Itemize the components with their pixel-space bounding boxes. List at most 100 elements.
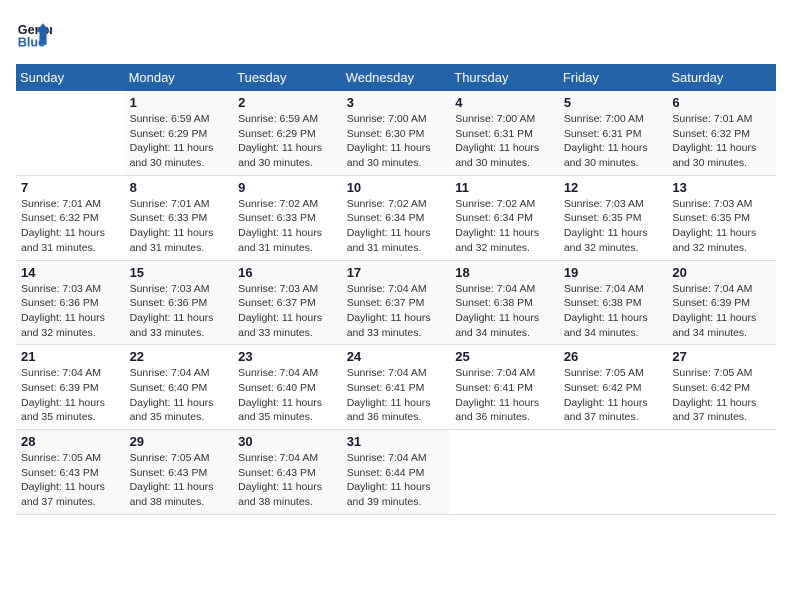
week-row: 1 Sunrise: 6:59 AMSunset: 6:29 PMDaylight… [16, 91, 776, 175]
day-number: 13 [672, 180, 771, 195]
day-number: 17 [347, 265, 446, 280]
day-number: 12 [564, 180, 663, 195]
weekday-header: Friday [559, 64, 668, 91]
day-number: 19 [564, 265, 663, 280]
weekday-header: Thursday [450, 64, 559, 91]
day-info: Sunrise: 7:03 AMSunset: 6:36 PMDaylight:… [21, 282, 120, 341]
weekday-header: Sunday [16, 64, 125, 91]
day-info: Sunrise: 7:04 AMSunset: 6:37 PMDaylight:… [347, 282, 446, 341]
day-info: Sunrise: 7:05 AMSunset: 6:42 PMDaylight:… [564, 366, 663, 425]
day-number: 24 [347, 349, 446, 364]
day-info: Sunrise: 7:03 AMSunset: 6:35 PMDaylight:… [564, 197, 663, 256]
day-number: 1 [130, 95, 229, 110]
day-number: 15 [130, 265, 229, 280]
day-number: 7 [21, 180, 120, 195]
day-info: Sunrise: 7:04 AMSunset: 6:40 PMDaylight:… [130, 366, 229, 425]
day-info: Sunrise: 7:01 AMSunset: 6:32 PMDaylight:… [21, 197, 120, 256]
calendar-cell: 31 Sunrise: 7:04 AMSunset: 6:44 PMDayligh… [342, 430, 451, 515]
day-info: Sunrise: 7:03 AMSunset: 6:36 PMDaylight:… [130, 282, 229, 341]
calendar-cell: 20 Sunrise: 7:04 AMSunset: 6:39 PMDayligh… [667, 260, 776, 345]
day-number: 31 [347, 434, 446, 449]
day-number: 16 [238, 265, 337, 280]
calendar-cell: 9 Sunrise: 7:02 AMSunset: 6:33 PMDaylight… [233, 175, 342, 260]
day-info: Sunrise: 7:03 AMSunset: 6:35 PMDaylight:… [672, 197, 771, 256]
day-number: 29 [130, 434, 229, 449]
calendar-cell: 22 Sunrise: 7:04 AMSunset: 6:40 PMDayligh… [125, 345, 234, 430]
calendar-cell: 19Sunrise: 7:04 AMSunset: 6:38 PMDayligh… [559, 260, 668, 345]
day-number: 25 [455, 349, 554, 364]
day-number: 8 [130, 180, 229, 195]
calendar-cell: 23 Sunrise: 7:04 AMSunset: 6:40 PMDayligh… [233, 345, 342, 430]
day-info: Sunrise: 7:01 AMSunset: 6:33 PMDaylight:… [130, 197, 229, 256]
page-header: General Blue [16, 16, 776, 52]
day-info: Sunrise: 7:04 AMSunset: 6:43 PMDaylight:… [238, 451, 337, 510]
calendar-cell: 11 Sunrise: 7:02 AMSunset: 6:34 PMDayligh… [450, 175, 559, 260]
day-number: 21 [21, 349, 120, 364]
day-info: Sunrise: 7:00 AMSunset: 6:30 PMDaylight:… [347, 112, 446, 171]
calendar-cell [450, 430, 559, 515]
calendar-cell: 5Sunrise: 7:00 AMSunset: 6:31 PMDaylight… [559, 91, 668, 175]
calendar-cell: 7 Sunrise: 7:01 AMSunset: 6:32 PMDaylight… [16, 175, 125, 260]
calendar-cell: 2Sunrise: 6:59 AMSunset: 6:29 PMDaylight… [233, 91, 342, 175]
day-number: 9 [238, 180, 337, 195]
calendar-cell: 14 Sunrise: 7:03 AMSunset: 6:36 PMDayligh… [16, 260, 125, 345]
day-number: 3 [347, 95, 446, 110]
calendar-cell [16, 91, 125, 175]
calendar-cell: 6 Sunrise: 7:01 AMSunset: 6:32 PMDaylight… [667, 91, 776, 175]
calendar-cell: 13 Sunrise: 7:03 AMSunset: 6:35 PMDayligh… [667, 175, 776, 260]
day-number: 26 [564, 349, 663, 364]
day-number: 6 [672, 95, 771, 110]
calendar-cell: 25 Sunrise: 7:04 AMSunset: 6:41 PMDayligh… [450, 345, 559, 430]
day-info: Sunrise: 7:04 AMSunset: 6:39 PMDaylight:… [21, 366, 120, 425]
day-number: 18 [455, 265, 554, 280]
calendar-cell: 15 Sunrise: 7:03 AMSunset: 6:36 PMDayligh… [125, 260, 234, 345]
calendar-cell [559, 430, 668, 515]
weekday-header: Monday [125, 64, 234, 91]
calendar-table: SundayMondayTuesdayWednesdayThursdayFrid… [16, 64, 776, 515]
week-row: 14 Sunrise: 7:03 AMSunset: 6:36 PMDayligh… [16, 260, 776, 345]
day-number: 11 [455, 180, 554, 195]
calendar-cell: 1 Sunrise: 6:59 AMSunset: 6:29 PMDaylight… [125, 91, 234, 175]
weekday-header: Tuesday [233, 64, 342, 91]
day-info: Sunrise: 7:04 AMSunset: 6:44 PMDaylight:… [347, 451, 446, 510]
weekday-header: Wednesday [342, 64, 451, 91]
day-info: Sunrise: 7:05 AMSunset: 6:43 PMDaylight:… [21, 451, 120, 510]
day-info: Sunrise: 7:04 AMSunset: 6:39 PMDaylight:… [672, 282, 771, 341]
calendar-cell: 17 Sunrise: 7:04 AMSunset: 6:37 PMDayligh… [342, 260, 451, 345]
calendar-cell: 21 Sunrise: 7:04 AMSunset: 6:39 PMDayligh… [16, 345, 125, 430]
week-row: 21 Sunrise: 7:04 AMSunset: 6:39 PMDayligh… [16, 345, 776, 430]
day-number: 2 [238, 95, 337, 110]
calendar-cell: 28Sunrise: 7:05 AMSunset: 6:43 PMDayligh… [16, 430, 125, 515]
calendar-cell: 10 Sunrise: 7:02 AMSunset: 6:34 PMDayligh… [342, 175, 451, 260]
day-info: Sunrise: 7:04 AMSunset: 6:40 PMDaylight:… [238, 366, 337, 425]
day-number: 23 [238, 349, 337, 364]
day-number: 14 [21, 265, 120, 280]
day-info: Sunrise: 7:04 AMSunset: 6:41 PMDaylight:… [347, 366, 446, 425]
day-info: Sunrise: 7:02 AMSunset: 6:33 PMDaylight:… [238, 197, 337, 256]
day-number: 27 [672, 349, 771, 364]
calendar-cell [667, 430, 776, 515]
day-info: Sunrise: 7:05 AMSunset: 6:43 PMDaylight:… [130, 451, 229, 510]
logo-icon: General Blue [16, 16, 52, 52]
calendar-cell: 27Sunrise: 7:05 AMSunset: 6:42 PMDayligh… [667, 345, 776, 430]
week-row: 7 Sunrise: 7:01 AMSunset: 6:32 PMDaylight… [16, 175, 776, 260]
day-info: Sunrise: 7:02 AMSunset: 6:34 PMDaylight:… [347, 197, 446, 256]
weekday-header: Saturday [667, 64, 776, 91]
day-number: 20 [672, 265, 771, 280]
calendar-cell: 30 Sunrise: 7:04 AMSunset: 6:43 PMDayligh… [233, 430, 342, 515]
day-info: Sunrise: 7:03 AMSunset: 6:37 PMDaylight:… [238, 282, 337, 341]
calendar-cell: 16 Sunrise: 7:03 AMSunset: 6:37 PMDayligh… [233, 260, 342, 345]
calendar-cell: 4Sunrise: 7:00 AMSunset: 6:31 PMDaylight… [450, 91, 559, 175]
day-info: Sunrise: 6:59 AMSunset: 6:29 PMDaylight:… [130, 112, 229, 171]
calendar-cell: 26 Sunrise: 7:05 AMSunset: 6:42 PMDayligh… [559, 345, 668, 430]
calendar-cell: 18Sunrise: 7:04 AMSunset: 6:38 PMDayligh… [450, 260, 559, 345]
day-number: 10 [347, 180, 446, 195]
day-info: Sunrise: 7:02 AMSunset: 6:34 PMDaylight:… [455, 197, 554, 256]
day-number: 22 [130, 349, 229, 364]
day-info: Sunrise: 7:04 AMSunset: 6:41 PMDaylight:… [455, 366, 554, 425]
logo: General Blue [16, 16, 56, 52]
day-number: 30 [238, 434, 337, 449]
calendar-cell: 3 Sunrise: 7:00 AMSunset: 6:30 PMDaylight… [342, 91, 451, 175]
calendar-cell: 8 Sunrise: 7:01 AMSunset: 6:33 PMDaylight… [125, 175, 234, 260]
day-info: Sunrise: 7:01 AMSunset: 6:32 PMDaylight:… [672, 112, 771, 171]
